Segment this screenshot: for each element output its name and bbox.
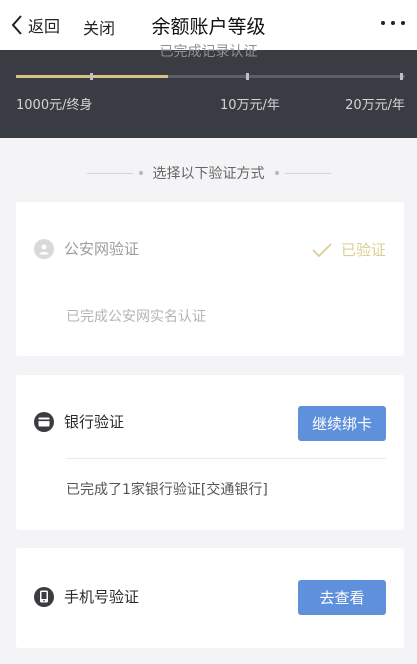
phone-verification-card: 手机号验证 去查看 bbox=[16, 548, 404, 648]
level-tick bbox=[246, 73, 249, 80]
checkmark-icon bbox=[312, 242, 332, 257]
heading-line-left bbox=[86, 172, 133, 174]
view-phone-button[interactable]: 去查看 bbox=[298, 580, 386, 615]
bank-verification-card: 银行验证 继续绑卡 已完成了1家银行验证[交通银行] bbox=[16, 375, 404, 530]
level-label-1: 1000元/终身 bbox=[16, 98, 93, 113]
continue-bind-card-button[interactable]: 继续绑卡 bbox=[298, 406, 386, 441]
bank-verification-title: 银行验证 bbox=[64, 413, 125, 431]
police-verification-card: 公安网验证 已验证 已完成公安网实名认证 bbox=[16, 202, 404, 356]
level-caption: 已完成记录认证 bbox=[159, 44, 258, 60]
back-label: 返回 bbox=[28, 17, 61, 36]
level-label-2: 10万元/年 bbox=[220, 98, 280, 113]
chevron-left-icon bbox=[11, 15, 22, 35]
account-level-band: 已完成记录认证 1000元/终身 10万元/年 20万元/年 bbox=[0, 44, 417, 138]
more-horizontal-icon bbox=[381, 21, 385, 25]
more-options-button[interactable] bbox=[381, 21, 405, 25]
police-verification-description: 已完成公安网实名认证 bbox=[66, 309, 206, 325]
phone-icon bbox=[34, 586, 54, 607]
user-icon bbox=[34, 238, 54, 259]
page-title: 余额账户等级 bbox=[151, 16, 266, 38]
verified-status: 已验证 bbox=[311, 239, 386, 260]
verified-status-text: 已验证 bbox=[340, 241, 386, 259]
card-divider bbox=[66, 458, 386, 459]
police-verification-title: 公安网验证 bbox=[64, 240, 140, 258]
police-verification-title-row: 公安网验证 bbox=[34, 238, 139, 259]
level-tick bbox=[400, 73, 403, 80]
heading-line-right bbox=[284, 172, 331, 174]
page: 返回 关闭 余额账户等级 已完成记录认证 1000元/终身 10万元/年 20万… bbox=[0, 0, 417, 664]
section-heading: 选择以下验证方式 bbox=[0, 162, 417, 184]
close-button[interactable]: 关闭 bbox=[83, 15, 115, 39]
bank-verification-title-row: 银行验证 bbox=[34, 411, 124, 432]
bank-verification-description: 已完成了1家银行验证[交通银行] bbox=[66, 482, 268, 498]
level-label-3: 20万元/年 bbox=[345, 98, 405, 113]
heading-dot-left bbox=[138, 171, 143, 175]
section-heading-text: 选择以下验证方式 bbox=[152, 166, 265, 182]
bank-card-icon bbox=[34, 411, 54, 432]
level-tick bbox=[90, 73, 93, 80]
phone-verification-title: 手机号验证 bbox=[64, 588, 140, 606]
phone-verification-title-row: 手机号验证 bbox=[34, 586, 139, 607]
back-button[interactable]: 返回 bbox=[10, 12, 60, 38]
level-progress-track bbox=[16, 75, 405, 78]
heading-dot-right bbox=[274, 171, 279, 175]
